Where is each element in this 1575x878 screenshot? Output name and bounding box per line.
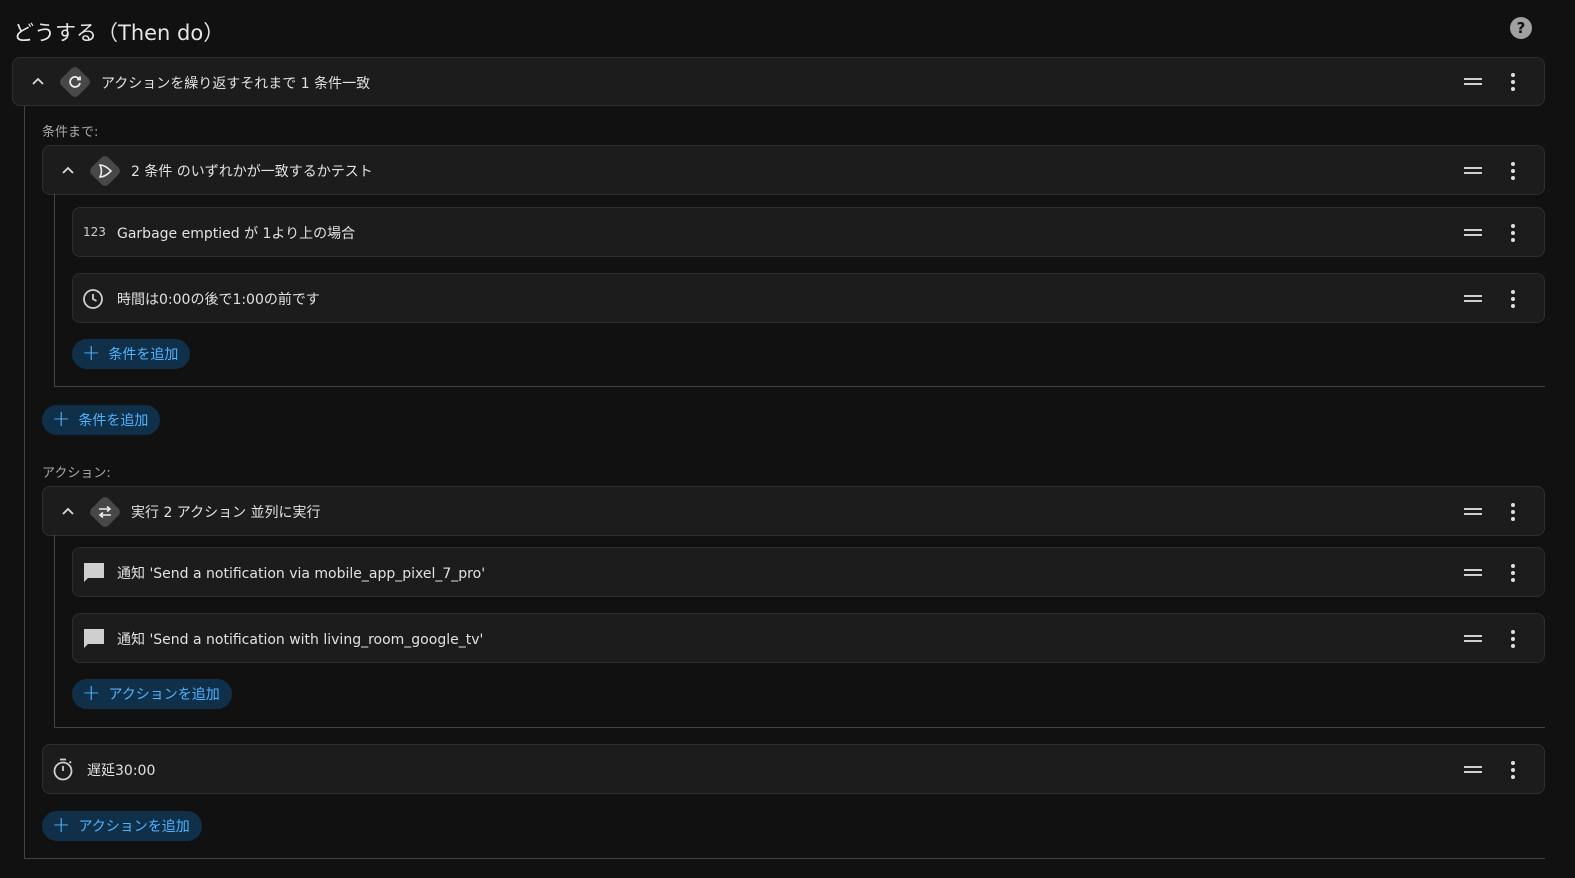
- add-condition-button[interactable]: + 条件を追加: [42, 405, 161, 435]
- drag-handle-icon[interactable]: [1464, 507, 1484, 517]
- drag-handle-icon[interactable]: [1464, 634, 1484, 644]
- condition-item[interactable]: 123 Garbage emptied が 1より上の場合: [72, 207, 1545, 257]
- clock-icon: [83, 289, 103, 309]
- add-action-label: アクションを追加: [108, 687, 220, 703]
- plus-icon: +: [52, 813, 71, 838]
- add-action-button[interactable]: + アクションを追加: [42, 811, 202, 841]
- delay-text: 遅延30:00: [87, 763, 156, 779]
- action-item[interactable]: 通知 'Send a notification via mobile_app_p…: [72, 547, 1545, 597]
- logic-or-icon: [88, 154, 122, 188]
- condition-text: 時間は0:00の後で1:00の前です: [117, 292, 320, 308]
- or-tree-line: [54, 194, 55, 387]
- help-icon[interactable]: ?: [1510, 17, 1532, 39]
- parallel-tree-bottom-line: [54, 727, 1545, 728]
- add-action-button[interactable]: + アクションを追加: [72, 679, 232, 709]
- parallel-action-card[interactable]: 実行 2 アクション 並列に実行: [42, 486, 1545, 536]
- parallel-tree-line: [54, 535, 55, 728]
- add-condition-label: 条件を追加: [108, 347, 179, 363]
- parallel-summary: 実行 2 アクション 並列に実行: [131, 505, 321, 521]
- repeat-tree-line: [24, 105, 25, 858]
- more-vert-icon[interactable]: [1510, 564, 1516, 582]
- more-vert-icon[interactable]: [1510, 290, 1516, 308]
- refresh-icon: [58, 65, 92, 99]
- actions-label: アクション:: [42, 466, 111, 481]
- page-title: どうする（Then do）: [13, 21, 225, 45]
- more-vert-icon[interactable]: [1510, 761, 1516, 779]
- add-condition-label: 条件を追加: [78, 413, 149, 429]
- repeat-tree-bottom-line: [24, 858, 1545, 859]
- timer-icon: [53, 758, 73, 781]
- delay-action-card[interactable]: 遅延30:00: [42, 744, 1545, 794]
- or-condition-card[interactable]: 2 条件 のいずれかが一致するかテスト: [42, 145, 1545, 195]
- more-vert-icon[interactable]: [1510, 503, 1516, 521]
- action-item[interactable]: 通知 'Send a notification with living_room…: [72, 613, 1545, 663]
- more-vert-icon[interactable]: [1510, 224, 1516, 242]
- chevron-up-icon[interactable]: [29, 73, 47, 91]
- action-text: 通知 'Send a notification with living_room…: [117, 632, 484, 648]
- or-condition-summary: 2 条件 のいずれかが一致するかテスト: [131, 164, 373, 180]
- more-vert-icon[interactable]: [1510, 630, 1516, 648]
- add-condition-button[interactable]: + 条件を追加: [72, 339, 191, 369]
- drag-handle-icon[interactable]: [1464, 77, 1484, 87]
- or-tree-bottom-line: [54, 386, 1545, 387]
- repeat-action-card[interactable]: アクションを繰り返すそれまで 1 条件一致: [12, 57, 1545, 106]
- parallel-arrows-icon: [88, 495, 122, 529]
- drag-handle-icon[interactable]: [1464, 228, 1484, 238]
- repeat-summary: アクションを繰り返すそれまで 1 条件一致: [101, 76, 371, 92]
- chevron-up-icon[interactable]: [59, 503, 77, 521]
- until-label: 条件まで:: [42, 125, 99, 140]
- message-icon: [84, 629, 104, 648]
- message-icon: [84, 563, 104, 582]
- condition-text: Garbage emptied が 1より上の場合: [117, 226, 356, 242]
- plus-icon: +: [52, 407, 71, 432]
- drag-handle-icon[interactable]: [1464, 765, 1484, 775]
- action-text: 通知 'Send a notification via mobile_app_p…: [117, 566, 486, 582]
- drag-handle-icon[interactable]: [1464, 568, 1484, 578]
- chevron-up-icon[interactable]: [59, 162, 77, 180]
- more-vert-icon[interactable]: [1510, 162, 1516, 180]
- plus-icon: +: [82, 341, 101, 366]
- drag-handle-icon[interactable]: [1464, 166, 1484, 176]
- plus-icon: +: [82, 681, 101, 706]
- more-vert-icon[interactable]: [1510, 73, 1516, 91]
- condition-item[interactable]: 時間は0:00の後で1:00の前です: [72, 273, 1545, 323]
- numeric-icon: 123: [83, 225, 106, 239]
- add-action-label: アクションを追加: [78, 819, 190, 835]
- drag-handle-icon[interactable]: [1464, 294, 1484, 304]
